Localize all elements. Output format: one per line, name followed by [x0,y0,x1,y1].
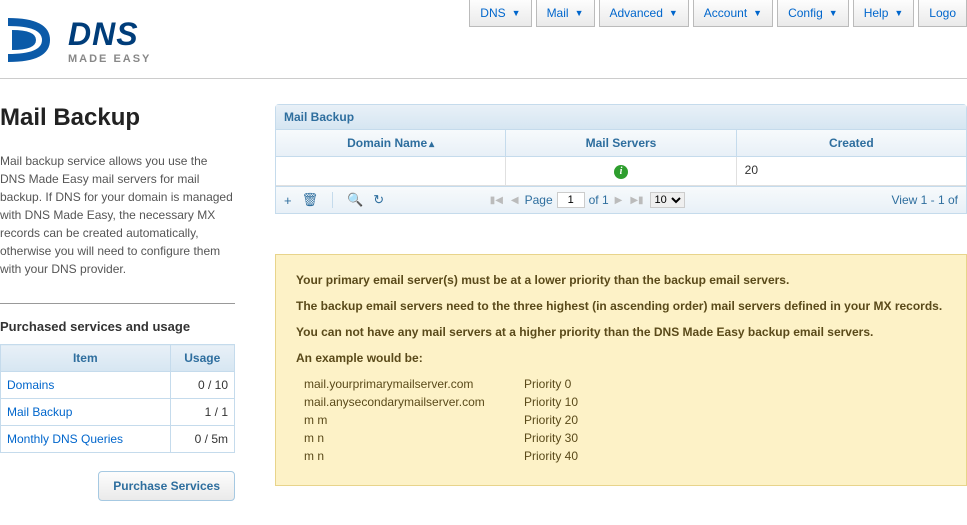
purchase-row: Purchase Services [0,471,235,501]
chevron-down-icon: ▼ [829,8,838,18]
nav-advanced[interactable]: Advanced ▼ [599,0,689,27]
sort-asc-icon: ▴ [429,139,434,150]
example-row: mail.anysecondarymailserver.comPriority … [296,395,946,409]
example-priority: Priority 10 [524,395,604,409]
example-priority: Priority 40 [524,449,604,463]
example-host: mail.yourprimarymailserver.com [304,377,524,391]
chevron-down-icon: ▼ [575,8,584,18]
add-icon[interactable]: + [284,193,292,208]
notice-line: You can not have any mail servers at a h… [296,325,946,339]
cell-domain [276,157,506,185]
example-host: mail.anysecondarymailserver.com [304,395,524,409]
example-row: mail.yourprimarymailserver.comPriority 0 [296,377,946,391]
notice-box: Your primary email server(s) must be at … [275,254,967,486]
content: Mail Backup Mail backup service allows y… [0,104,967,501]
last-page-icon[interactable]: ▶▮ [628,195,645,206]
next-page-icon[interactable]: ▶ [613,195,625,206]
usage-value: 0 / 10 [170,372,234,399]
example-row: m nPriority 30 [296,431,946,445]
page-label: Page [525,193,553,207]
col-label: Domain Name [347,136,427,150]
search-icon[interactable]: 🔍 [347,192,363,208]
purchase-services-button[interactable]: Purchase Services [98,471,235,501]
logo-brand-bottom: MADE EASY [68,53,151,65]
table-row: Monthly DNS Queries0 / 5m [1,426,235,453]
usage-item-link[interactable]: Domains [1,372,171,399]
cell-servers: i [506,157,736,185]
nav-label: Help [864,6,889,20]
page-size-select[interactable]: 10 [650,192,685,208]
notice-line: The backup email servers need to the thr… [296,299,946,313]
col-domain-name[interactable]: Domain Name▴ [276,130,506,156]
delete-icon[interactable]: 🗑 [302,192,319,208]
nav-label: Account [704,6,747,20]
main-area: Mail Backup Domain Name▴ Mail Servers Cr… [255,104,967,501]
grid-header: Domain Name▴ Mail Servers Created [276,130,966,157]
page-input[interactable] [557,192,585,208]
pager-actions: + 🗑 🔍 ↻ [284,192,384,208]
col-created[interactable]: Created [737,130,966,156]
logo-text: DNS MADE EASY [68,16,151,65]
page-of: of 1 [589,193,609,207]
nav-logout[interactable]: Logo [918,0,967,27]
example-priority: Priority 30 [524,431,604,445]
usage-item-link[interactable]: Monthly DNS Queries [1,426,171,453]
nav-dns[interactable]: DNS ▼ [469,0,531,27]
header: DNS MADE EASY DNS ▼ Mail ▼ Advanced ▼ Accou… [0,0,967,79]
table-row: Domains0 / 10 [1,372,235,399]
example-intro: An example would be: [296,351,946,365]
example-host: m n [304,449,524,463]
left-sidebar: Mail Backup Mail backup service allows y… [0,104,255,501]
example-priority: Priority 0 [524,377,604,391]
notice-line: Your primary email server(s) must be at … [296,273,946,287]
pager-nav: ▮◀ ◀ Page of 1 ▶ ▶▮ 10 [488,192,685,208]
chevron-down-icon: ▼ [669,8,678,18]
grid-row[interactable]: i 20 [276,157,966,186]
nav-mail[interactable]: Mail ▼ [536,0,595,27]
refresh-icon[interactable]: ↻ [373,192,384,208]
logo-brand-top: DNS [68,16,151,53]
page-description: Mail backup service allows you use the D… [0,152,235,278]
nav-account[interactable]: Account ▼ [693,0,773,27]
nav-label: DNS [480,6,505,20]
view-range: View 1 - 1 of [892,193,958,207]
page-title: Mail Backup [0,104,235,132]
example-priority: Priority 20 [524,413,604,427]
usage-item-link[interactable]: Mail Backup [1,399,171,426]
example-host: m m [304,413,524,427]
prev-page-icon[interactable]: ◀ [509,195,521,206]
usage-value: 1 / 1 [170,399,234,426]
top-nav: DNS ▼ Mail ▼ Advanced ▼ Account ▼ Config ▼ He… [469,0,967,27]
usage-title: Purchased services and usage [0,319,235,334]
panel-title: Mail Backup [276,105,966,130]
cell-created: 20 [737,157,966,185]
usage-value: 0 / 5m [170,426,234,453]
nav-label: Config [788,6,823,20]
example-row: m mPriority 20 [296,413,946,427]
example-row: m nPriority 40 [296,449,946,463]
first-page-icon[interactable]: ▮◀ [488,195,505,206]
logo[interactable]: DNS MADE EASY [0,0,151,70]
info-icon[interactable]: i [614,165,628,179]
table-row: Mail Backup1 / 1 [1,399,235,426]
separator [332,192,333,208]
pager: + 🗑 🔍 ↻ ▮◀ ◀ Page of 1 ▶ ▶▮ 10 View 1 - … [276,186,966,213]
col-usage: Usage [170,345,234,372]
chevron-down-icon: ▼ [753,8,762,18]
chevron-down-icon: ▼ [512,8,521,18]
nav-label: Logo [929,6,956,20]
col-item: Item [1,345,171,372]
divider [0,303,235,304]
logo-icon [0,10,60,70]
col-mail-servers[interactable]: Mail Servers [506,130,736,156]
nav-label: Mail [547,6,569,20]
nav-config[interactable]: Config ▼ [777,0,849,27]
chevron-down-icon: ▼ [894,8,903,18]
mail-backup-panel: Mail Backup Domain Name▴ Mail Servers Cr… [275,104,967,214]
example-host: m n [304,431,524,445]
usage-table: Item Usage Domains0 / 10 Mail Backup1 / … [0,344,235,453]
nav-help[interactable]: Help ▼ [853,0,915,27]
nav-label: Advanced [610,6,663,20]
